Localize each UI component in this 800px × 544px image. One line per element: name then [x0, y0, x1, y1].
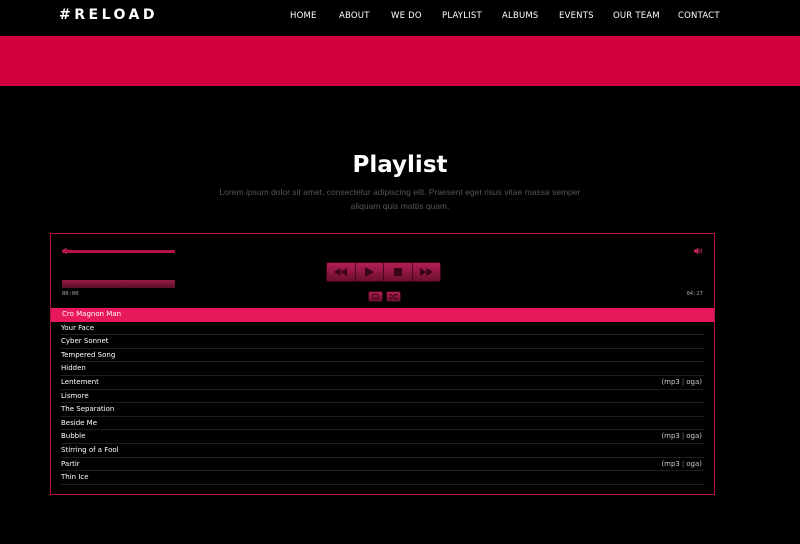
track-title[interactable]: Partir: [61, 460, 80, 468]
current-time: 00:00: [62, 291, 79, 297]
download-link-oga[interactable]: oga: [686, 432, 699, 440]
track-item[interactable]: Tempered Song: [61, 349, 704, 363]
nav-our-team[interactable]: OUR TEAM: [613, 11, 660, 21]
track-item[interactable]: Beside Me: [61, 417, 704, 431]
track-item[interactable]: The Separation: [61, 403, 704, 417]
stop-icon: [393, 268, 402, 276]
track-item[interactable]: Lentement (mp3 | oga): [61, 376, 704, 390]
link-separator: |: [681, 432, 685, 441]
page-subtitle: Lorem ipsum dolor sit amet, consectetur …: [219, 187, 581, 211]
speaker-max-icon[interactable]: [694, 240, 703, 255]
track-item[interactable]: Your Face: [61, 322, 704, 336]
next-button[interactable]: [413, 263, 441, 281]
track-item[interactable]: Stirring of a Fool: [61, 444, 704, 458]
top-navigation-bar: #RELOAD HOME ABOUT WE DO PLAYLIST ALBUMS…: [0, 0, 800, 36]
nav-playlist[interactable]: PLAYLIST: [442, 11, 482, 21]
nav-we-do[interactable]: WE DO: [391, 11, 422, 21]
download-links: (mp3 | oga): [661, 459, 702, 468]
nav-events[interactable]: EVENTS: [559, 11, 594, 21]
track-item[interactable]: Cyber Sonnet: [61, 335, 704, 349]
hero-banner: [0, 36, 800, 86]
track-item[interactable]: Partir (mp3 | oga): [61, 458, 704, 472]
shuffle-button[interactable]: [386, 291, 401, 302]
track-title[interactable]: Cro Magnon Man: [62, 310, 121, 318]
play-button[interactable]: [356, 263, 384, 281]
link-separator: |: [681, 459, 685, 468]
previous-button[interactable]: [327, 263, 356, 281]
track-item-active[interactable]: Cro Magnon Man: [51, 308, 714, 322]
nav-contact[interactable]: CONTACT: [678, 11, 720, 21]
track-title[interactable]: Bubble: [61, 432, 85, 440]
download-links: (mp3 | oga): [661, 432, 702, 441]
page-title: Playlist: [352, 152, 448, 178]
track-title[interactable]: Thin Ice: [61, 473, 89, 481]
download-link-mp3[interactable]: mp3: [664, 432, 680, 440]
playlist: Cro Magnon Man Your Face Cyber Sonnet Tempe…: [51, 308, 714, 485]
fast-forward-icon: [419, 268, 433, 276]
audio-player: 00:00 04:27 Cro Magnon Man Your Face Cyber…: [50, 233, 715, 495]
volume-bar[interactable]: [62, 250, 175, 253]
transport-controls: [326, 262, 441, 282]
track-title[interactable]: Your Face: [61, 324, 94, 332]
seek-bar[interactable]: [62, 280, 175, 288]
shuffle-icon: [389, 293, 398, 300]
repeat-icon: [371, 293, 379, 300]
stop-button[interactable]: [384, 263, 413, 281]
track-item[interactable]: Lismore: [61, 390, 704, 404]
nav-home[interactable]: HOME: [290, 11, 317, 21]
speaker-mute-icon[interactable]: [62, 240, 71, 255]
track-item[interactable]: Thin Ice: [61, 471, 704, 485]
track-title[interactable]: The Separation: [61, 405, 114, 413]
track-title[interactable]: Hidden: [61, 364, 86, 372]
track-title[interactable]: Tempered Song: [61, 351, 115, 359]
duration: 04:27: [686, 291, 703, 297]
download-link-oga[interactable]: oga: [686, 378, 699, 386]
rewind-icon: [334, 268, 348, 276]
volume-level: [62, 250, 175, 253]
play-icon: [364, 267, 374, 277]
playback-options: [368, 291, 401, 302]
track-item[interactable]: Hidden: [61, 362, 704, 376]
track-title[interactable]: Lismore: [61, 392, 89, 400]
link-separator: |: [681, 377, 685, 386]
download-link-mp3[interactable]: mp3: [664, 378, 680, 386]
track-title[interactable]: Lentement: [61, 378, 99, 386]
nav-albums[interactable]: ALBUMS: [502, 11, 539, 21]
track-title[interactable]: Cyber Sonnet: [61, 337, 109, 345]
download-link-oga[interactable]: oga: [686, 460, 699, 468]
download-link-mp3[interactable]: mp3: [664, 460, 680, 468]
nav-about[interactable]: ABOUT: [339, 11, 370, 21]
track-title[interactable]: Beside Me: [61, 419, 97, 427]
track-item[interactable]: Bubble (mp3 | oga): [61, 430, 704, 444]
repeat-button[interactable]: [368, 291, 383, 302]
download-links: (mp3 | oga): [661, 377, 702, 386]
track-title[interactable]: Stirring of a Fool: [61, 446, 119, 454]
main-nav: HOME ABOUT WE DO PLAYLIST ALBUMS EVENTS …: [0, 11, 800, 25]
